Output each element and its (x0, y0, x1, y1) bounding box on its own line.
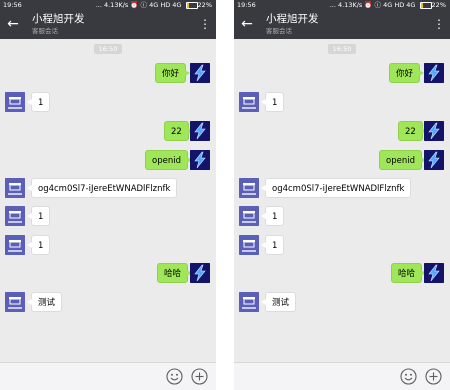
back-arrow-icon[interactable]: ← (239, 15, 255, 33)
service-avatar-store-icon[interactable] (239, 292, 259, 312)
back-arrow-icon[interactable]: ← (5, 15, 21, 33)
input-toolbar (234, 362, 450, 390)
message-bubble-incoming[interactable]: 1 (260, 92, 285, 112)
phone-screenshot-left: 19:56 ... 4.13K/s ⏰ ⓘ 4G HD 4G 22% ← 小程旭… (0, 0, 216, 390)
service-avatar-store-icon[interactable] (5, 235, 25, 255)
user-avatar-lightning-icon[interactable] (190, 63, 210, 83)
service-avatar-store-icon[interactable] (239, 206, 259, 226)
message-bubble-outgoing[interactable]: 22 (164, 121, 193, 141)
user-avatar-lightning-icon[interactable] (424, 63, 444, 83)
service-avatar-store-icon[interactable] (5, 292, 25, 312)
chat-title: 小程旭开发 (32, 13, 85, 25)
emoji-icon[interactable] (400, 368, 417, 385)
status-time: 19:56 (3, 1, 22, 9)
user-avatar-lightning-icon[interactable] (424, 150, 444, 170)
chat-header: ← 小程旭开发 客服会话 ⋮ (234, 10, 450, 39)
battery-icon (185, 1, 198, 9)
message-bubble-incoming[interactable]: og4cm0Sl7-iJereEtWNADlFlznfk (260, 178, 412, 198)
chat-subtitle: 客服会话 (266, 27, 292, 35)
message-bubble-outgoing[interactable]: 你好 (155, 63, 191, 83)
message-bubble-incoming[interactable]: og4cm0Sl7-iJereEtWNADlFlznfk (26, 178, 178, 198)
phone-screenshot-right: 19:56 ... 4.13K/s ⏰ ⓘ 4G HD 4G 22% ← 小程旭… (234, 0, 450, 390)
message-timestamp: 16:50 (94, 44, 122, 54)
more-vertical-icon[interactable]: ⋮ (199, 15, 211, 33)
message-timestamp: 16:50 (328, 44, 356, 54)
user-avatar-lightning-icon[interactable] (424, 121, 444, 141)
message-bubble-incoming[interactable]: 测试 (26, 292, 63, 312)
message-bubble-outgoing[interactable]: openid (145, 150, 192, 170)
service-avatar-store-icon[interactable] (239, 178, 259, 198)
battery-level: 22% (197, 1, 212, 9)
plus-circle-icon[interactable] (191, 368, 208, 385)
input-toolbar (0, 362, 216, 390)
status-indicators: ... 4.13K/s ⏰ ⓘ 4G HD 4G 22% (96, 0, 212, 10)
message-bubble-incoming[interactable]: 1 (26, 235, 51, 255)
user-avatar-lightning-icon[interactable] (424, 263, 444, 283)
status-indicators: ... 4.13K/s ⏰ ⓘ 4G HD 4G 22% (330, 0, 446, 10)
service-avatar-store-icon[interactable] (5, 92, 25, 112)
message-bubble-incoming[interactable]: 1 (26, 92, 51, 112)
network-status: ... 4.13K/s ⏰ ⓘ 4G HD 4G (329, 1, 416, 9)
network-status: ... 4.13K/s ⏰ ⓘ 4G HD 4G (95, 1, 182, 9)
message-bubble-incoming[interactable]: 1 (260, 235, 285, 255)
battery-icon (419, 1, 432, 9)
chat-subtitle: 客服会话 (32, 27, 58, 35)
message-bubble-outgoing[interactable]: 哈哈 (391, 263, 427, 283)
message-bubble-incoming[interactable]: 1 (260, 206, 285, 226)
user-avatar-lightning-icon[interactable] (190, 121, 210, 141)
message-bubble-outgoing[interactable]: 22 (398, 121, 427, 141)
message-bubble-outgoing[interactable]: openid (379, 150, 426, 170)
service-avatar-store-icon[interactable] (239, 235, 259, 255)
chat-title: 小程旭开发 (266, 13, 319, 25)
battery-level: 22% (431, 1, 446, 9)
status-bar: 19:56 ... 4.13K/s ⏰ ⓘ 4G HD 4G 22% (0, 0, 216, 10)
status-bar: 19:56 ... 4.13K/s ⏰ ⓘ 4G HD 4G 22% (234, 0, 450, 10)
message-bubble-incoming[interactable]: 测试 (260, 292, 297, 312)
service-avatar-store-icon[interactable] (239, 92, 259, 112)
status-time: 19:56 (237, 1, 256, 9)
service-avatar-store-icon[interactable] (5, 178, 25, 198)
plus-circle-icon[interactable] (425, 368, 442, 385)
chat-header: ← 小程旭开发 客服会话 ⋮ (0, 10, 216, 39)
user-avatar-lightning-icon[interactable] (190, 263, 210, 283)
user-avatar-lightning-icon[interactable] (190, 150, 210, 170)
message-bubble-incoming[interactable]: 1 (26, 206, 51, 226)
more-vertical-icon[interactable]: ⋮ (433, 15, 445, 33)
message-bubble-outgoing[interactable]: 哈哈 (157, 263, 193, 283)
emoji-icon[interactable] (166, 368, 183, 385)
service-avatar-store-icon[interactable] (5, 206, 25, 226)
message-bubble-outgoing[interactable]: 你好 (389, 63, 425, 83)
